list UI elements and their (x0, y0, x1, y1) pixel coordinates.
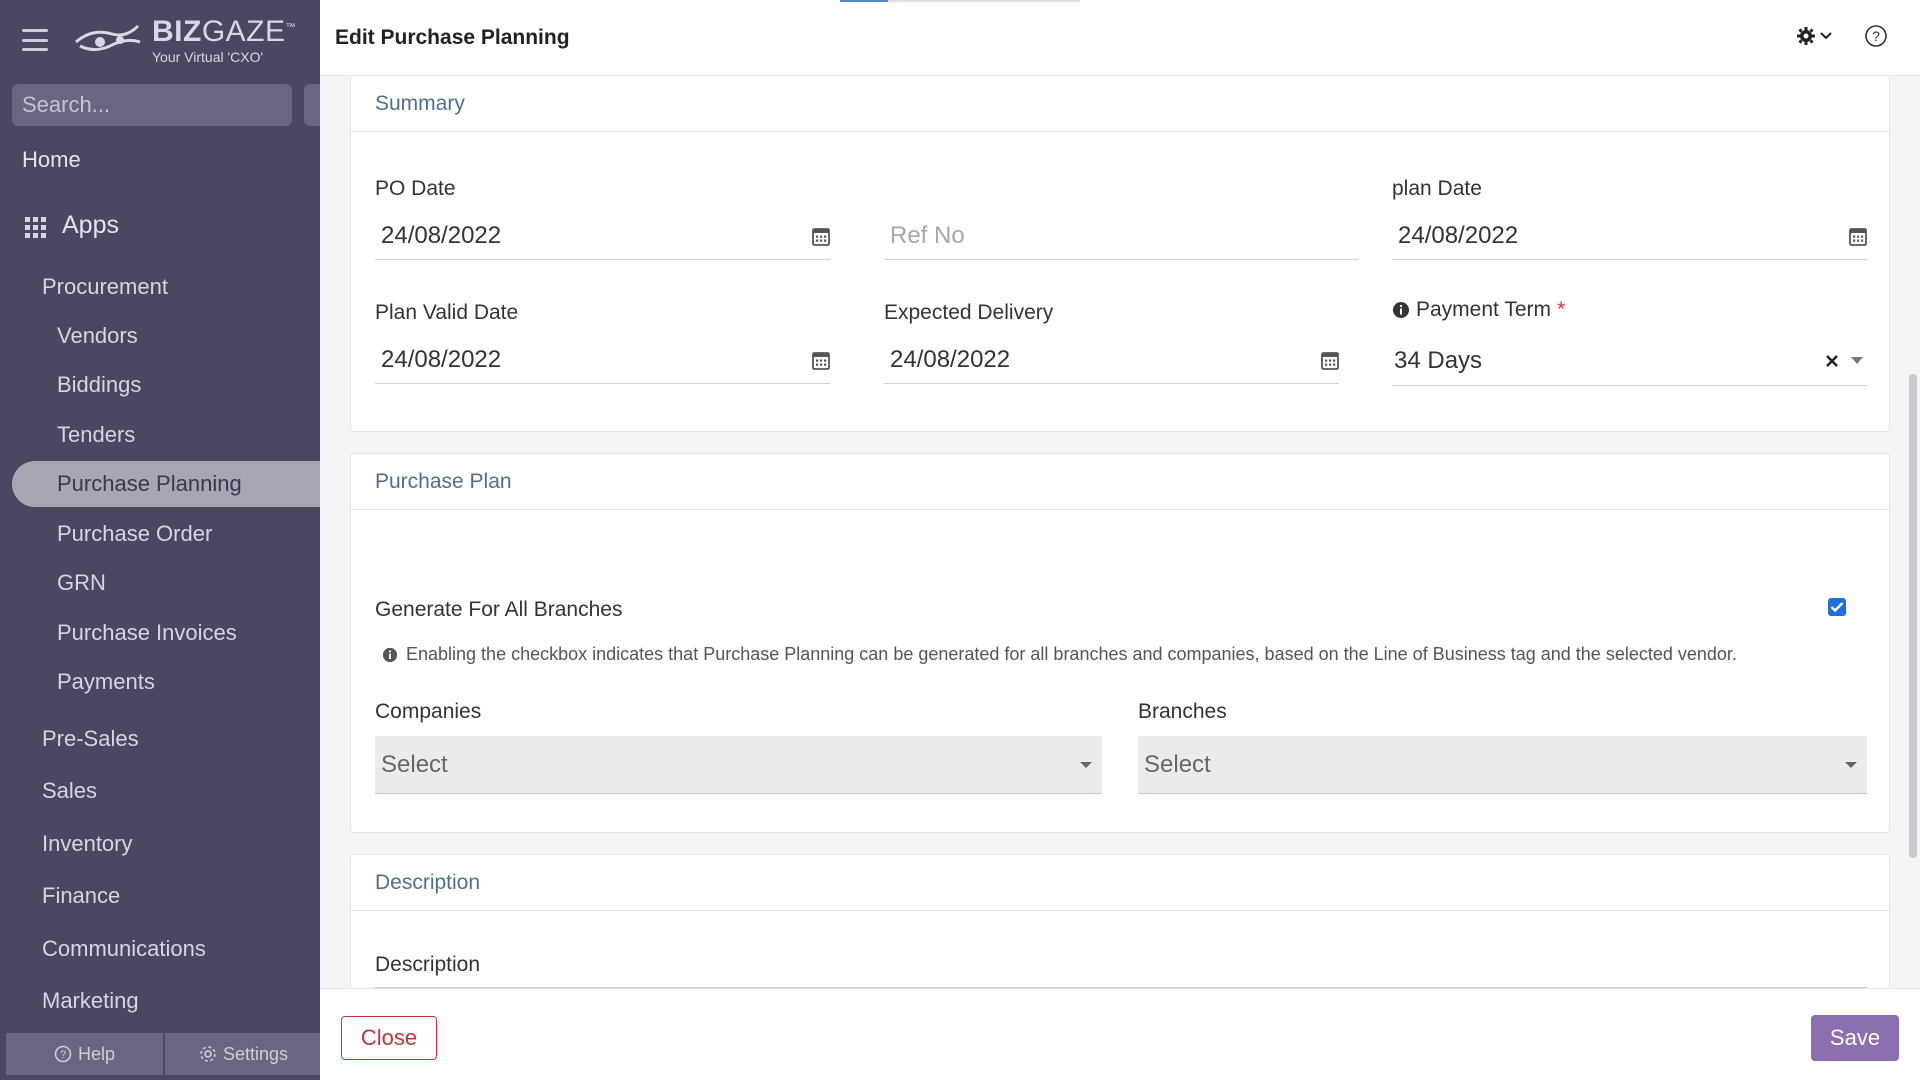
sidebar-search (12, 84, 310, 126)
gear-icon (200, 1046, 216, 1062)
close-button[interactable]: Close (341, 1016, 437, 1060)
help-label: Help (77, 1043, 116, 1064)
payment-term-label: Payment Term (1416, 298, 1551, 321)
settings-button[interactable]: Settings (165, 1033, 322, 1075)
sidebar-item-purchase-invoices[interactable]: Purchase Invoices (57, 620, 237, 646)
hamburger-icon[interactable] (22, 29, 48, 51)
gear-icon (1797, 27, 1815, 45)
expected-delivery-value: 24/08/2022 (890, 345, 1011, 373)
sidebar-item-communications[interactable]: Communications (42, 936, 206, 962)
logo-trademark: ™ (285, 21, 297, 33)
search-side-button[interactable] (304, 84, 320, 126)
description-label: Description (375, 953, 481, 976)
clear-icon[interactable] (1825, 354, 1839, 368)
sidebar-item-sales[interactable]: Sales (42, 778, 97, 804)
search-input[interactable] (22, 92, 310, 118)
generate-all-branches-label: Generate For All Branches (375, 598, 623, 621)
required-asterisk: * (1557, 298, 1566, 321)
sidebar-item-grn[interactable]: GRN (57, 570, 106, 596)
sidebar: BIZGAZE™ Your Virtual 'CXO' Home Apps Pr… (0, 0, 332, 1080)
ref-no-field[interactable]: Ref No (884, 212, 1358, 260)
companies-label: Companies (375, 700, 482, 723)
top-tab-indicator (840, 0, 1080, 2)
sidebar-item-payments[interactable]: Payments (57, 669, 155, 695)
generate-info-text: Enabling the checkbox indicates that Pur… (406, 644, 1737, 664)
sidebar-item-procurement[interactable]: Procurement (42, 274, 168, 300)
generate-info-note: Enabling the checkbox indicates that Pur… (382, 644, 1737, 665)
po-date-value: 24/08/2022 (381, 221, 502, 249)
branches-select[interactable]: Select (1138, 736, 1867, 794)
calendar-icon[interactable] (812, 226, 830, 246)
calendar-icon[interactable] (1321, 350, 1339, 370)
settings-dropdown[interactable] (1796, 26, 1832, 46)
calendar-icon[interactable] (812, 350, 830, 370)
plan-valid-date-value: 24/08/2022 (381, 345, 502, 373)
sidebar-item-apps[interactable]: Apps (62, 211, 119, 240)
summary-heading: Summary (351, 76, 1889, 132)
plan-date-value: 24/08/2022 (1398, 221, 1519, 249)
branches-label: Branches (1138, 700, 1227, 723)
chevron-down-icon (1820, 32, 1832, 40)
save-button[interactable]: Save (1811, 1015, 1899, 1061)
logo-tagline: Your Virtual 'CXO' (152, 48, 264, 65)
sidebar-item-home[interactable]: Home (22, 147, 81, 173)
question-icon[interactable]: ? (1864, 24, 1888, 53)
edit-purchase-planning-modal: Edit Purchase Planning ? Summary Purchas… (320, 0, 1920, 1080)
calendar-icon[interactable] (1849, 226, 1867, 246)
plan-valid-date-label: Plan Valid Date (375, 301, 519, 324)
sidebar-item-biddings[interactable]: Biddings (57, 372, 141, 398)
modal-footer: Close Save (320, 988, 1920, 1080)
modal-header: Edit Purchase Planning ? (320, 0, 1920, 76)
sidebar-item-marketing[interactable]: Marketing (42, 988, 139, 1014)
sidebar-footer: ? Help Settings (6, 1033, 322, 1075)
po-date-field[interactable]: 24/08/2022 (375, 212, 830, 260)
payment-term-value: 34 Days (1394, 346, 1483, 374)
info-icon (1393, 302, 1409, 318)
logo-brand-light: GAZE (201, 14, 286, 48)
branches-select-value: Select (1144, 750, 1211, 778)
expected-delivery-field[interactable]: 24/08/2022 (884, 336, 1339, 384)
po-date-label: PO Date (375, 177, 456, 200)
svg-text:?: ? (1872, 28, 1880, 44)
sidebar-item-inventory[interactable]: Inventory (42, 831, 133, 857)
companies-select-value: Select (381, 750, 448, 778)
modal-scrollbar[interactable] (1906, 76, 1920, 988)
plan-valid-date-field[interactable]: 24/08/2022 (375, 336, 830, 384)
purchase-plan-heading: Purchase Plan (351, 454, 1889, 510)
sidebar-item-purchase-order[interactable]: Purchase Order (57, 521, 212, 547)
logo-icon (72, 20, 144, 60)
sidebar-item-tenders[interactable]: Tenders (57, 422, 135, 448)
sidebar-item-vendors[interactable]: Vendors (57, 323, 138, 349)
plan-date-label: plan Date (1392, 177, 1482, 200)
help-circle-icon: ? (54, 1045, 72, 1063)
sidebar-header: BIZGAZE™ Your Virtual 'CXO' (0, 0, 320, 80)
description-card: Description (350, 854, 1890, 988)
generate-all-branches-checkbox[interactable] (1828, 598, 1846, 616)
modal-title: Edit Purchase Planning (335, 26, 570, 49)
svg-text:?: ? (60, 1049, 66, 1061)
payment-term-label-row: Payment Term * (1392, 298, 1565, 322)
plan-date-field[interactable]: 24/08/2022 (1392, 212, 1867, 260)
checkbox-checked-icon (1830, 602, 1844, 613)
companies-select[interactable]: Select (375, 736, 1102, 794)
logo-brand-bold: BIZ (152, 14, 202, 48)
ref-no-placeholder: Ref No (890, 221, 965, 249)
sidebar-item-pre-sales[interactable]: Pre-Sales (42, 726, 139, 752)
caret-down-icon (1080, 762, 1092, 768)
help-button[interactable]: ? Help (6, 1033, 163, 1075)
caret-down-icon[interactable] (1851, 356, 1863, 365)
scrollbar-thumb[interactable] (1909, 374, 1917, 858)
apps-grid-icon (25, 217, 46, 238)
modal-body: Summary Purchase Plan Description PO Dat… (320, 76, 1920, 988)
payment-term-select[interactable]: 34 Days (1392, 336, 1867, 386)
sidebar-item-finance[interactable]: Finance (42, 883, 120, 909)
description-heading: Description (351, 855, 1889, 911)
sidebar-item-purchase-planning[interactable]: Purchase Planning (57, 471, 242, 497)
settings-label: Settings (222, 1043, 289, 1064)
expected-delivery-label: Expected Delivery (884, 301, 1054, 324)
info-icon (382, 647, 398, 662)
caret-down-icon (1845, 762, 1857, 768)
logo[interactable]: BIZGAZE™ Your Virtual 'CXO' (72, 14, 297, 65)
